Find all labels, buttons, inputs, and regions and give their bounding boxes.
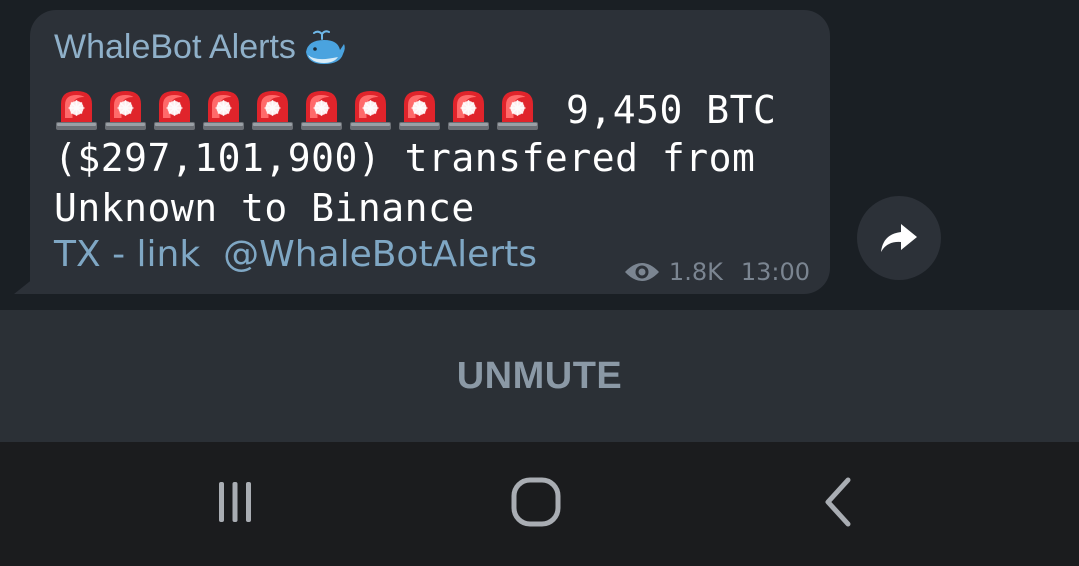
btc-amount: 9,450 BTC: [566, 88, 777, 132]
police-siren-icon: [446, 88, 491, 132]
message-time: 13:00: [740, 258, 810, 286]
sender-name-label: WhaleBot Alerts: [54, 28, 296, 66]
system-nav-bar: [0, 442, 1079, 566]
police-siren-icon: [348, 88, 393, 132]
back-icon: [818, 476, 858, 533]
home-button[interactable]: [496, 472, 576, 536]
police-siren-icon: [495, 88, 540, 132]
channel-link[interactable]: @WhaleBotAlerts: [223, 234, 537, 275]
police-siren-icon: [54, 88, 99, 132]
police-siren-icon: [152, 88, 197, 132]
police-siren-icon: [103, 88, 148, 132]
recents-button[interactable]: [195, 472, 275, 536]
chat-area: WhaleBot Alerts 9,450 BTC ($297,101,900)…: [0, 0, 1079, 310]
police-siren-icon: [201, 88, 246, 132]
view-count: 1.8K: [668, 258, 723, 286]
whale-icon: [302, 29, 346, 66]
recents-icon: [211, 478, 259, 531]
forward-button[interactable]: [857, 196, 941, 280]
message-links: TX - link @WhaleBotAlerts: [54, 234, 537, 275]
police-siren-icon: [299, 88, 344, 132]
sender-name[interactable]: WhaleBot Alerts: [54, 28, 346, 67]
message-line-1: 9,450 BTC: [54, 84, 776, 136]
unmute-label: UNMUTE: [456, 354, 623, 397]
eye-icon: [623, 259, 661, 285]
unmute-button[interactable]: UNMUTE: [0, 310, 1079, 442]
police-siren-icon: [250, 88, 295, 132]
home-icon: [510, 476, 562, 533]
message-line-2: ($297,101,900) transfered from: [54, 136, 756, 180]
siren-row: [54, 88, 540, 132]
message-meta: 1.8K 13:00: [623, 258, 810, 286]
link-spacer: [200, 234, 223, 275]
back-button[interactable]: [798, 472, 878, 536]
police-siren-icon: [397, 88, 442, 132]
message-line-3: Unknown to Binance: [54, 186, 475, 230]
tx-link[interactable]: TX - link: [54, 234, 200, 275]
forward-icon: [879, 220, 919, 256]
message-bubble[interactable]: WhaleBot Alerts 9,450 BTC ($297,101,900)…: [30, 10, 830, 294]
